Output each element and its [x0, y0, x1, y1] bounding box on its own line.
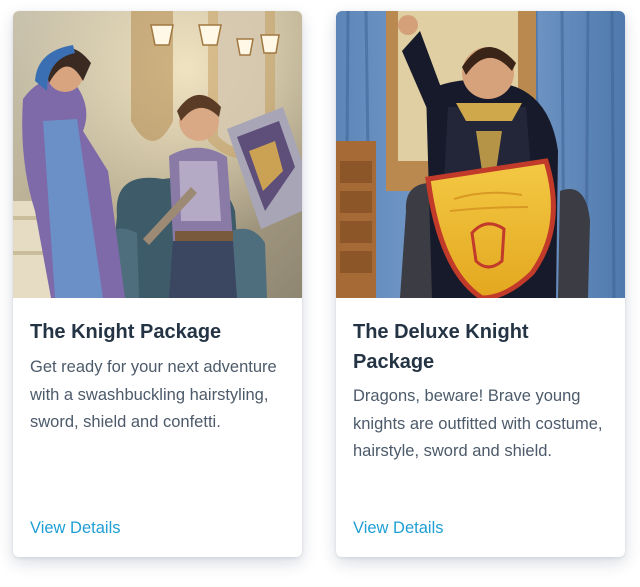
package-title: The Deluxe Knight Package — [353, 321, 529, 373]
package-card-deluxe-knight: The Deluxe Knight Package Dragons, bewar… — [336, 11, 625, 557]
knight-package-photo — [13, 11, 302, 298]
package-description: Get ready for your next adventure with a… — [30, 358, 277, 431]
view-details-link[interactable]: View Details — [353, 516, 443, 540]
package-card-knight: The Knight Package Get ready for your ne… — [13, 11, 302, 557]
package-description: Dragons, beware! Brave young knights are… — [353, 387, 603, 460]
package-card-list: The Knight Package Get ready for your ne… — [0, 0, 640, 587]
deluxe-knight-package-photo — [336, 11, 625, 298]
package-title: The Knight Package — [30, 321, 222, 343]
view-details-link[interactable]: View Details — [30, 516, 120, 540]
